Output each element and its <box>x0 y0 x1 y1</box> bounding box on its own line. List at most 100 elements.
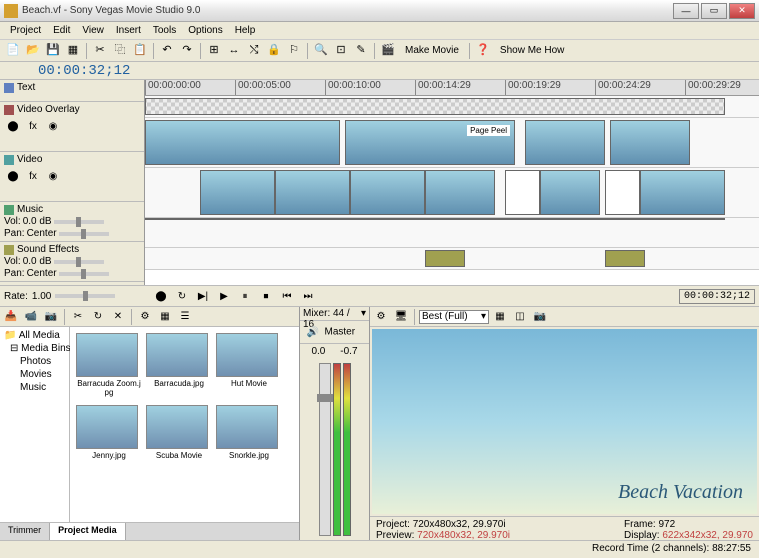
refresh-icon[interactable]: ↻ <box>89 308 107 326</box>
mixer-menu-icon[interactable]: ▾ <box>361 308 366 319</box>
movie-icon[interactable]: 🎬 <box>379 42 397 60</box>
gap-clip[interactable] <box>505 170 540 215</box>
go-start-icon[interactable]: ⏮ <box>278 287 296 305</box>
make-movie-button[interactable]: Make Movie <box>399 44 465 57</box>
tree-bins[interactable]: ⊟ Media Bins <box>2 342 67 355</box>
tree-all-media[interactable]: 📁 All Media <box>2 329 67 342</box>
video-clip[interactable] <box>525 120 605 165</box>
go-end-icon[interactable]: ⏭ <box>299 287 317 305</box>
play-start-icon[interactable]: ▶| <box>194 287 212 305</box>
stop-icon[interactable]: ⏹ <box>257 287 275 305</box>
tree-folder[interactable]: Photos <box>2 355 67 368</box>
menu-help[interactable]: Help <box>229 24 262 37</box>
fit-icon[interactable]: ⊡ <box>332 42 350 60</box>
video-clip[interactable] <box>145 120 340 165</box>
pan-slider[interactable] <box>59 232 109 236</box>
video-clip[interactable] <box>275 170 350 215</box>
media-item[interactable]: Barracuda.jpg <box>146 333 212 401</box>
maximize-button[interactable]: ▭ <box>701 3 727 19</box>
menu-edit[interactable]: Edit <box>47 24 76 37</box>
autocross-icon[interactable]: ⤭ <box>245 42 263 60</box>
tree-folder[interactable]: Movies <box>2 368 67 381</box>
timeline-track-music[interactable] <box>145 218 759 248</box>
audio-clip[interactable] <box>605 250 645 267</box>
minimize-button[interactable]: — <box>673 3 699 19</box>
split-icon[interactable]: ◫ <box>511 308 529 326</box>
video-clip[interactable]: Page Peel <box>345 120 515 165</box>
pause-icon[interactable]: ⏸ <box>236 287 254 305</box>
gap-clip[interactable] <box>605 170 640 215</box>
marker-icon[interactable]: ⚐ <box>285 42 303 60</box>
audio-clip[interactable] <box>145 218 725 220</box>
help-icon[interactable]: ❓ <box>474 42 492 60</box>
preview-ext-icon[interactable]: 🖥 <box>392 308 410 326</box>
new-icon[interactable]: 📄 <box>4 42 22 60</box>
video-clip[interactable] <box>350 170 425 215</box>
media-item[interactable]: Barracuda Zoom.jpg <box>76 333 142 401</box>
master-fader[interactable] <box>319 363 331 536</box>
fx-icon[interactable]: fx <box>24 117 42 135</box>
track-header-video[interactable]: Video ⬤fx◉ <box>0 152 144 202</box>
track-header-overlay[interactable]: Video Overlay ⬤fx◉ <box>0 102 144 152</box>
transport-timecode[interactable]: 00:00:32;12 <box>679 289 755 304</box>
save-icon[interactable]: 💾 <box>44 42 62 60</box>
snapshot-icon[interactable]: 📷 <box>531 308 549 326</box>
preview-props-icon[interactable]: ⚙ <box>372 308 390 326</box>
cut-icon[interactable]: ✂ <box>69 308 87 326</box>
props-icon[interactable]: ⚙ <box>136 308 154 326</box>
copy-icon[interactable]: ⿻ <box>111 42 129 60</box>
media-item[interactable]: Jenny.jpg <box>76 405 142 473</box>
video-clip[interactable] <box>610 120 690 165</box>
speaker-icon[interactable]: 🔊 <box>304 323 322 341</box>
undo-icon[interactable]: ↶ <box>158 42 176 60</box>
cut-icon[interactable]: ✂ <box>91 42 109 60</box>
menu-tools[interactable]: Tools <box>147 24 182 37</box>
mute-icon[interactable]: ◉ <box>44 117 62 135</box>
delete-icon[interactable]: ✕ <box>109 308 127 326</box>
menu-project[interactable]: Project <box>4 24 47 37</box>
video-clip[interactable] <box>540 170 600 215</box>
video-clip[interactable] <box>640 170 725 215</box>
text-clip[interactable] <box>145 98 725 115</box>
timeline-track-text[interactable] <box>145 96 759 118</box>
quality-dropdown[interactable]: Best (Full)▾ <box>419 310 489 324</box>
capture-icon[interactable]: 📹 <box>22 308 40 326</box>
loop-icon[interactable]: ↻ <box>173 287 191 305</box>
rate-slider[interactable] <box>55 294 115 298</box>
media-tree[interactable]: 📁 All Media ⊟ Media Bins Photos Movies M… <box>0 327 70 522</box>
timecode-display[interactable]: 00:00:32;12 <box>38 63 130 79</box>
list-icon[interactable]: ☰ <box>176 308 194 326</box>
video-clip[interactable] <box>200 170 275 215</box>
audio-clip[interactable] <box>425 250 465 267</box>
redo-icon[interactable]: ↷ <box>178 42 196 60</box>
overlay-icon[interactable]: ▦ <box>491 308 509 326</box>
media-item[interactable]: Scuba Movie <box>146 405 212 473</box>
record-icon[interactable]: ⬤ <box>4 167 22 185</box>
edit-icon[interactable]: ✎ <box>352 42 370 60</box>
preview-display[interactable]: Beach Vacation <box>372 329 757 514</box>
record-icon[interactable]: ⬤ <box>152 287 170 305</box>
vol-slider[interactable] <box>54 260 104 264</box>
tab-trimmer[interactable]: Trimmer <box>0 523 50 540</box>
timeline-track-sfx[interactable] <box>145 248 759 270</box>
media-grid[interactable]: Barracuda Zoom.jpg Barracuda.jpg Hut Mov… <box>70 327 299 522</box>
record-icon[interactable]: ⬤ <box>4 117 22 135</box>
mute-icon[interactable]: ◉ <box>44 167 62 185</box>
zoom-icon[interactable]: 🔍 <box>312 42 330 60</box>
time-ruler[interactable]: 00:00:00:00 00:00:05:00 00:00:10:00 00:0… <box>145 80 759 96</box>
fx-icon[interactable]: fx <box>24 167 42 185</box>
show-me-how-button[interactable]: Show Me How <box>494 44 570 57</box>
props-icon[interactable]: ▦ <box>64 42 82 60</box>
menu-options[interactable]: Options <box>182 24 228 37</box>
track-header-text[interactable]: Text <box>0 80 144 102</box>
import-icon[interactable]: 📥 <box>2 308 20 326</box>
vol-slider[interactable] <box>54 220 104 224</box>
paste-icon[interactable]: 📋 <box>131 42 149 60</box>
close-button[interactable]: ✕ <box>729 3 755 19</box>
scan-icon[interactable]: 📷 <box>42 308 60 326</box>
timeline-track-video[interactable] <box>145 168 759 218</box>
tab-project-media[interactable]: Project Media <box>50 523 126 540</box>
timeline[interactable]: 00:00:00:00 00:00:05:00 00:00:10:00 00:0… <box>145 80 759 285</box>
timeline-track-overlay[interactable]: Page Peel <box>145 118 759 168</box>
track-header-sfx[interactable]: Sound Effects Vol:0.0 dB Pan:Center <box>0 242 144 282</box>
